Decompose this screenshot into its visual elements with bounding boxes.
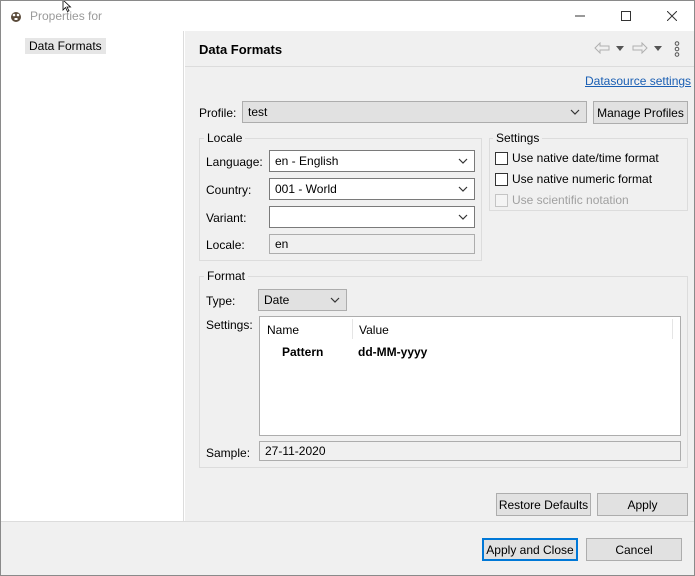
cancel-button[interactable]: Cancel — [586, 538, 682, 561]
back-arrow-icon[interactable] — [594, 42, 610, 54]
checkbox-box — [495, 151, 508, 165]
chevron-down-icon — [458, 214, 468, 220]
chevron-down-icon — [330, 297, 340, 303]
datasource-settings-link[interactable]: Datasource settings — [585, 74, 691, 88]
type-label: Type: — [206, 294, 236, 308]
variant-label: Variant: — [206, 211, 247, 225]
locale-group-label: Locale — [204, 131, 246, 145]
native-numeric-checkbox[interactable]: Use native numeric format — [495, 172, 652, 186]
type-select[interactable]: Date — [258, 289, 347, 311]
language-select[interactable]: en - English — [269, 150, 475, 172]
minimize-button[interactable] — [557, 0, 603, 31]
tree-item-data-formats[interactable]: Data Formats — [25, 38, 106, 54]
mouse-cursor-icon — [62, 0, 72, 12]
column-header-value[interactable]: Value — [359, 323, 389, 337]
country-value: 001 - World — [275, 182, 337, 196]
page-title: Data Formats — [199, 42, 283, 57]
checkbox-box — [495, 172, 508, 186]
column-separator — [672, 319, 673, 339]
scientific-notation-checkbox[interactable]: Use scientific notation — [495, 193, 629, 207]
apply-button[interactable]: Apply — [597, 493, 688, 516]
locale-field: en — [269, 234, 475, 254]
profile-value: test — [248, 105, 268, 119]
chevron-down-icon — [458, 186, 468, 192]
checkbox-box — [495, 193, 508, 207]
scientific-notation-label: Use scientific notation — [512, 193, 629, 207]
close-button[interactable] — [649, 0, 695, 31]
chevron-down-icon — [570, 109, 580, 115]
format-group-label: Format — [204, 269, 249, 283]
maximize-icon — [621, 10, 631, 21]
restore-defaults-button[interactable]: Restore Defaults — [496, 493, 591, 516]
close-icon — [667, 10, 677, 21]
locale-label: Locale: — [206, 238, 245, 252]
settings-label: Settings: — [206, 318, 253, 332]
sample-field: 27-11-2020 — [259, 441, 681, 461]
forward-dropdown-icon[interactable] — [654, 46, 662, 51]
back-dropdown-icon[interactable] — [616, 46, 624, 51]
type-value: Date — [264, 293, 290, 307]
more-menu-icon[interactable] — [674, 41, 680, 57]
table-cell-value[interactable]: dd-MM-yyyy — [358, 345, 427, 359]
locale-value: en — [275, 237, 289, 251]
country-select[interactable]: 001 - World — [269, 178, 475, 200]
language-value: en - English — [275, 154, 339, 168]
column-header-name[interactable]: Name — [267, 323, 299, 337]
settings-group-label: Settings — [493, 131, 543, 145]
apply-and-close-button[interactable]: Apply and Close — [482, 538, 578, 561]
chevron-down-icon — [458, 158, 468, 164]
native-datetime-checkbox[interactable]: Use native date/time format — [495, 151, 659, 165]
language-label: Language: — [206, 155, 263, 169]
maximize-button[interactable] — [603, 0, 649, 31]
settings-table[interactable] — [259, 316, 681, 436]
native-datetime-label: Use native date/time format — [512, 151, 659, 165]
profile-label: Profile: — [199, 106, 237, 120]
manage-profiles-button[interactable]: Manage Profiles — [593, 101, 688, 124]
dbeaver-app-icon — [11, 12, 21, 22]
native-numeric-label: Use native numeric format — [512, 172, 653, 186]
profile-select[interactable]: test — [242, 101, 587, 123]
preference-tree — [1, 31, 184, 521]
table-cell-name[interactable]: Pattern — [282, 345, 323, 359]
forward-arrow-icon[interactable] — [632, 42, 648, 54]
column-separator — [352, 319, 353, 339]
sample-value: 27-11-2020 — [265, 444, 326, 458]
variant-select[interactable] — [269, 206, 475, 228]
minimize-icon — [575, 15, 585, 16]
sample-label: Sample: — [206, 446, 251, 460]
country-label: Country: — [206, 183, 252, 197]
